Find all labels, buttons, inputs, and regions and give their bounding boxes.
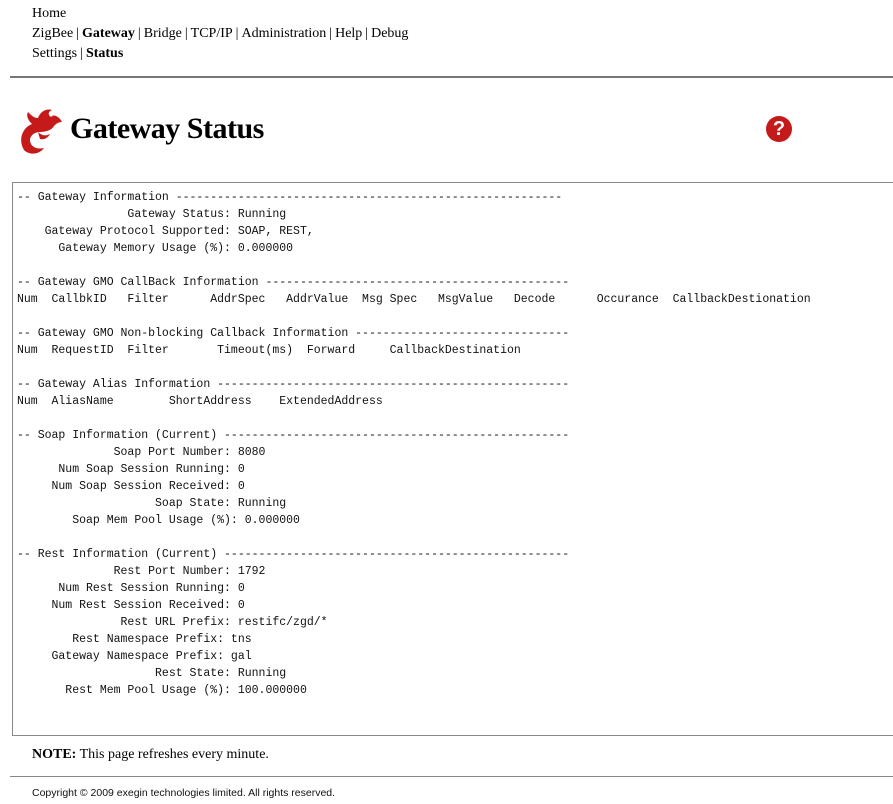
header-divider	[10, 76, 893, 78]
nav-link-bridge[interactable]: Bridge	[144, 26, 182, 41]
refresh-note: NOTE: This page refreshes every minute.	[32, 747, 269, 763]
nav-row-home: Home	[32, 4, 408, 24]
help-question-icon[interactable]: ?	[766, 116, 792, 142]
exegin-dragon-logo-icon	[21, 109, 62, 154]
nav-link-status[interactable]: Status	[86, 46, 123, 61]
nav-link-debug[interactable]: Debug	[371, 26, 408, 41]
nav-link-tcpip[interactable]: TCP/IP	[191, 26, 233, 41]
nav-separator: |	[80, 46, 83, 61]
nav-separator: |	[184, 26, 188, 41]
note-text: This page refreshes every minute.	[76, 747, 269, 762]
nav-link-home[interactable]: Home	[32, 6, 66, 21]
status-frame: -- Gateway Information -----------------…	[12, 182, 893, 736]
nav-separator: |	[137, 26, 141, 41]
nav-link-help[interactable]: Help	[335, 26, 362, 41]
copyright-text: Copyright © 2009 exegin technologies lim…	[32, 787, 336, 799]
nav-row-sections: ZigBee | Gateway | Bridge | TCP/IP | Administrat…	[32, 24, 408, 44]
nav-separator: |	[329, 26, 333, 41]
nav-separator: |	[365, 26, 369, 41]
gateway-status-text: -- Gateway Information -----------------…	[17, 191, 811, 697]
nav-link-zigbee[interactable]: ZigBee	[32, 26, 73, 41]
note-label: NOTE:	[32, 747, 77, 762]
nav-link-gateway[interactable]: Gateway	[82, 26, 135, 41]
page-title: Gateway Status	[70, 112, 264, 145]
nav-separator: |	[76, 26, 80, 41]
nav-link-settings[interactable]: Settings	[32, 46, 77, 61]
nav-row-subsections: Settings | Status	[32, 44, 408, 64]
nav-link-administration[interactable]: Administration	[241, 26, 326, 41]
top-navigation: Home ZigBee | Gateway | Bridge | TCP/IP | Admini…	[32, 4, 408, 64]
footer-divider	[10, 776, 893, 777]
